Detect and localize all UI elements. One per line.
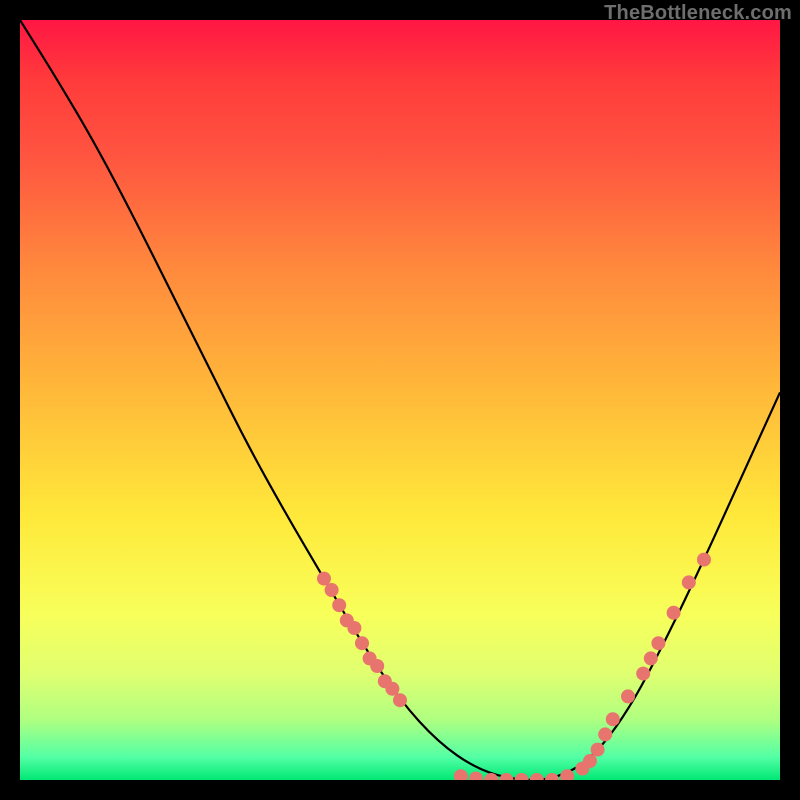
data-point: [499, 773, 513, 780]
data-point: [325, 583, 339, 597]
data-point: [469, 771, 483, 780]
bottleneck-curve: [20, 20, 780, 780]
data-point: [591, 743, 605, 757]
data-point: [644, 651, 658, 665]
chart-svg: [20, 20, 780, 780]
data-point: [697, 553, 711, 567]
data-point: [515, 773, 529, 780]
data-point: [393, 693, 407, 707]
data-point: [317, 572, 331, 586]
data-point: [385, 682, 399, 696]
data-point: [606, 712, 620, 726]
data-point: [355, 636, 369, 650]
curve-path: [20, 20, 780, 780]
data-point: [545, 773, 559, 780]
data-point: [530, 773, 544, 780]
data-point: [347, 621, 361, 635]
data-point: [651, 636, 665, 650]
data-point: [332, 598, 346, 612]
data-point: [667, 606, 681, 620]
data-point: [598, 727, 612, 741]
data-point: [454, 769, 468, 780]
data-point: [682, 575, 696, 589]
data-point: [583, 754, 597, 768]
data-point: [636, 667, 650, 681]
data-point: [621, 689, 635, 703]
data-point: [370, 659, 384, 673]
plot-area: [20, 20, 780, 780]
chart-container: TheBottleneck.com: [0, 0, 800, 800]
